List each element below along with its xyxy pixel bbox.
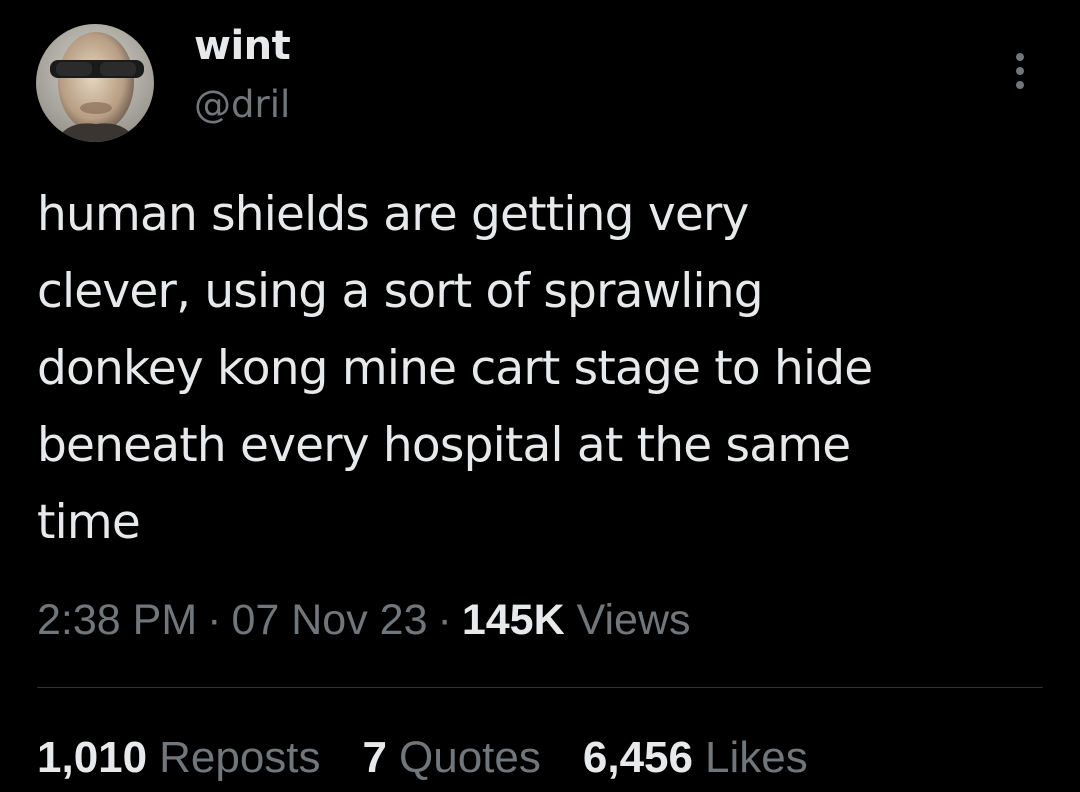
- likes-stat[interactable]: 6,456 Likes: [583, 728, 808, 788]
- tweet-time[interactable]: 2:38 PM: [37, 596, 197, 644]
- tweet-meta: 2:38 PM · 07 Nov 23 · 145K Views: [37, 590, 691, 650]
- quotes-count: 7: [362, 733, 388, 782]
- likes-count: 6,456: [582, 733, 693, 782]
- ellipsis-dot: [1016, 81, 1024, 89]
- reposts-stat[interactable]: 1,010 Reposts: [37, 728, 321, 788]
- quotes-stat[interactable]: 7 Quotes: [363, 728, 541, 788]
- likes-label: Likes: [705, 733, 808, 782]
- ellipsis-vertical-icon: [1016, 53, 1024, 61]
- reposts-count: 1,010: [37, 733, 148, 782]
- reposts-label: Reposts: [159, 733, 321, 782]
- meta-separator: ·: [207, 596, 222, 644]
- tweet-card: wint @dril human shields are getting ver…: [0, 0, 1080, 792]
- more-options-button[interactable]: [1000, 46, 1040, 96]
- display-name[interactable]: wint: [194, 20, 291, 72]
- user-avatar-photo-icon: [36, 24, 154, 142]
- engagement-stats: 1,010 Reposts 7 Quotes 6,456 Likes: [37, 728, 808, 788]
- tweet-text: human shields are getting very clever, u…: [37, 187, 873, 550]
- quotes-label: Quotes: [399, 733, 541, 782]
- views-count: 145K: [461, 596, 565, 644]
- tweet-date[interactable]: 07 Nov 23: [231, 596, 427, 644]
- divider: [37, 687, 1043, 688]
- user-handle[interactable]: @dril: [194, 80, 290, 130]
- avatar[interactable]: [36, 24, 154, 142]
- ellipsis-dot: [1016, 67, 1024, 75]
- views-label: Views: [576, 596, 691, 644]
- meta-separator: ·: [437, 596, 452, 644]
